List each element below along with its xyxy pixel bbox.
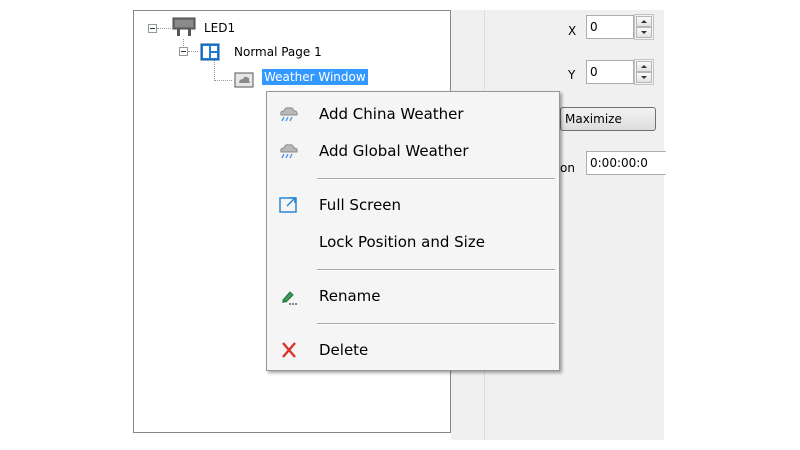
menu-item-lock-position-size[interactable]: Lock Position and Size: [269, 229, 557, 255]
menu-item-label: Lock Position and Size: [319, 233, 485, 251]
weather-rain-icon: [278, 105, 300, 123]
collapse-toggle-led1[interactable]: [148, 24, 157, 33]
menu-item-label: Rename: [319, 287, 381, 305]
menu-item-delete[interactable]: Delete: [269, 337, 557, 363]
y-spin-up-icon[interactable]: [636, 61, 652, 72]
menu-item-label: Add China Weather: [319, 105, 464, 123]
weather-rain-icon: [278, 142, 300, 160]
y-label: Y: [568, 68, 576, 82]
menu-item-label: Delete: [319, 341, 369, 359]
duration-label: on: [560, 161, 575, 175]
weather-cloud-icon: [234, 72, 254, 91]
tree-connector: [214, 80, 232, 81]
delete-x-icon: [278, 341, 300, 359]
led-screen-icon: [172, 17, 196, 40]
tree-connector: [188, 51, 198, 52]
menu-separator: [317, 178, 555, 180]
duration-input[interactable]: 0:00:00:0: [586, 151, 666, 175]
fullscreen-icon: [278, 196, 300, 214]
tree-node-led1[interactable]: LED1: [202, 20, 237, 36]
menu-separator: [317, 269, 555, 271]
rename-pen-icon: [278, 287, 300, 305]
menu-item-add-china-weather[interactable]: Add China Weather: [269, 101, 557, 127]
menu-item-rename[interactable]: Rename: [269, 283, 557, 309]
x-spin-down-icon[interactable]: [636, 27, 652, 38]
x-spin-up-icon[interactable]: [636, 16, 652, 27]
menu-separator: [317, 323, 555, 325]
x-spinner[interactable]: [634, 14, 654, 40]
tree-connector: [157, 28, 171, 29]
collapse-toggle-normal-page[interactable]: [179, 47, 188, 56]
tree-node-weather-window[interactable]: Weather Window: [262, 69, 368, 85]
tree-node-normal-page-1[interactable]: Normal Page 1: [232, 44, 324, 60]
y-input[interactable]: 0: [586, 60, 634, 84]
menu-item-add-global-weather[interactable]: Add Global Weather: [269, 138, 557, 164]
y-spinner[interactable]: [634, 59, 654, 85]
x-label: X: [568, 24, 577, 38]
x-input[interactable]: 0: [586, 15, 634, 39]
menu-item-label: Full Screen: [319, 196, 401, 214]
menu-item-label: Add Global Weather: [319, 142, 469, 160]
page-layout-icon: [200, 43, 220, 64]
menu-item-full-screen[interactable]: Full Screen: [269, 192, 557, 218]
context-menu: Add China Weather Add Global Weather Ful…: [266, 91, 560, 371]
y-spin-down-icon[interactable]: [636, 72, 652, 83]
maximize-button[interactable]: Maximize: [560, 107, 656, 131]
